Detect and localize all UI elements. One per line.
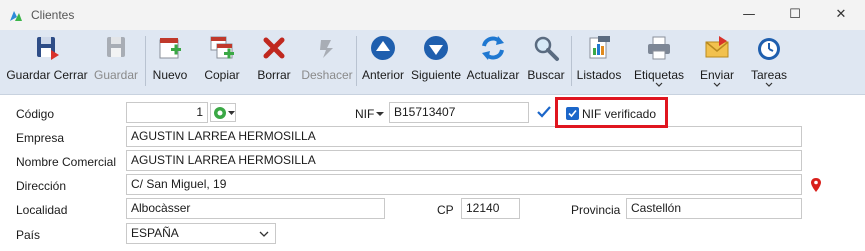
actualizar-label: Actualizar (466, 68, 520, 82)
provincia-label: Provincia (571, 203, 621, 217)
search-icon (534, 36, 559, 61)
nif-verificado-checkbox[interactable] (566, 107, 579, 120)
buscar-label: Buscar (527, 68, 565, 82)
pais-label: País (16, 228, 41, 242)
siguiente-button[interactable]: Siguiente (409, 30, 463, 94)
toolbar-separator (571, 36, 572, 86)
empresa-field[interactable]: AGUSTIN LARREA HERMOSILLA (126, 126, 802, 147)
chevron-down-icon (765, 82, 773, 87)
save-icon (107, 37, 125, 57)
maximize-button[interactable]: ☐ (773, 0, 817, 30)
toolbar-separator (356, 36, 357, 86)
chevron-down-icon (228, 111, 235, 115)
chevron-down-icon (655, 82, 663, 87)
anterior-button[interactable]: Anterior (358, 30, 408, 94)
etiquetas-button[interactable]: Etiquetas (630, 30, 688, 94)
minimize-button[interactable]: — (727, 0, 771, 30)
window-title: Clientes (31, 8, 75, 22)
envelope-icon (705, 36, 729, 58)
tareas-button[interactable]: Tareas (746, 30, 792, 94)
anterior-label: Anterior (361, 68, 405, 82)
pais-selected-value: ESPAÑA (131, 226, 179, 240)
nuevo-label: Nuevo (152, 68, 188, 82)
codigo-options-button[interactable] (210, 103, 236, 122)
report-list-icon (589, 36, 610, 59)
nif-verificado-label[interactable]: NIF verificado (582, 107, 656, 121)
delete-x-icon (263, 37, 285, 59)
check-mark-icon (537, 106, 551, 118)
nif-dropdown-chevron-icon[interactable] (376, 111, 384, 117)
borrar-button[interactable]: Borrar (252, 30, 296, 94)
direccion-field[interactable]: C/ San Miguel, 19 (126, 174, 802, 195)
client-form: Código 1 NIF B15713407 Empresa AGUSTIN L… (0, 96, 865, 251)
etiquetas-label: Etiquetas (633, 68, 685, 82)
guardar-cerrar-label: Guardar Cerrar (6, 68, 88, 82)
codigo-field[interactable]: 1 (126, 102, 208, 123)
localidad-field[interactable]: Albocàsser (126, 198, 385, 219)
siguiente-label: Siguiente (410, 68, 462, 82)
refresh-icon (482, 36, 504, 60)
enviar-label: Enviar (699, 68, 734, 82)
nif-field[interactable]: B15713407 (389, 102, 529, 123)
map-pin-icon[interactable] (810, 177, 822, 193)
title-bar: Clientes — ☐ ✕ (0, 0, 865, 30)
listados-button[interactable]: Listados (574, 30, 624, 94)
deshacer-label: Deshacer (301, 68, 353, 82)
codigo-label: Código (16, 107, 55, 121)
listados-label: Listados (576, 68, 622, 82)
arrow-down-icon (424, 36, 448, 60)
clock-icon (758, 38, 780, 60)
guardar-button[interactable]: Guardar (90, 30, 142, 94)
buscar-button[interactable]: Buscar (525, 30, 567, 94)
arrow-up-icon (371, 36, 395, 60)
app-logo-icon (10, 11, 22, 21)
deshacer-button[interactable]: Deshacer (300, 30, 354, 94)
tareas-label: Tareas (750, 68, 788, 82)
nombre-comercial-field[interactable]: AGUSTIN LARREA HERMOSILLA (126, 150, 802, 171)
guardar-cerrar-button[interactable]: Guardar Cerrar (4, 30, 90, 94)
actualizar-button[interactable]: Actualizar (465, 30, 521, 94)
nombre-comercial-label: Nombre Comercial (16, 155, 117, 169)
close-button[interactable]: ✕ (819, 0, 863, 30)
guardar-label: Guardar (93, 68, 139, 82)
copy-record-icon (210, 36, 234, 59)
provincia-field[interactable]: Castellón (626, 198, 802, 219)
pais-select[interactable]: ESPAÑA (126, 223, 276, 244)
direccion-label: Dirección (16, 179, 67, 193)
copiar-button[interactable]: Copiar (199, 30, 245, 94)
save-close-icon (37, 37, 59, 60)
cp-label: CP (437, 203, 454, 217)
enviar-button[interactable]: Enviar (694, 30, 740, 94)
empresa-label: Empresa (16, 131, 65, 145)
new-record-icon (159, 38, 181, 59)
localidad-label: Localidad (16, 203, 68, 217)
checkbox-check-icon (568, 109, 577, 118)
printer-icon (648, 36, 670, 60)
toolbar: Guardar Cerrar Guardar Nuevo Copiar Borr… (0, 30, 865, 95)
nif-type-label[interactable]: NIF (355, 107, 374, 121)
gear-icon (214, 107, 226, 119)
nuevo-button[interactable]: Nuevo (148, 30, 192, 94)
toolbar-separator (145, 36, 146, 86)
borrar-label: Borrar (257, 68, 291, 82)
chevron-down-icon (259, 231, 269, 237)
chevron-down-icon (713, 82, 721, 87)
copiar-label: Copiar (204, 68, 240, 82)
cp-field[interactable]: 12140 (461, 198, 520, 219)
undo-icon (320, 40, 333, 58)
